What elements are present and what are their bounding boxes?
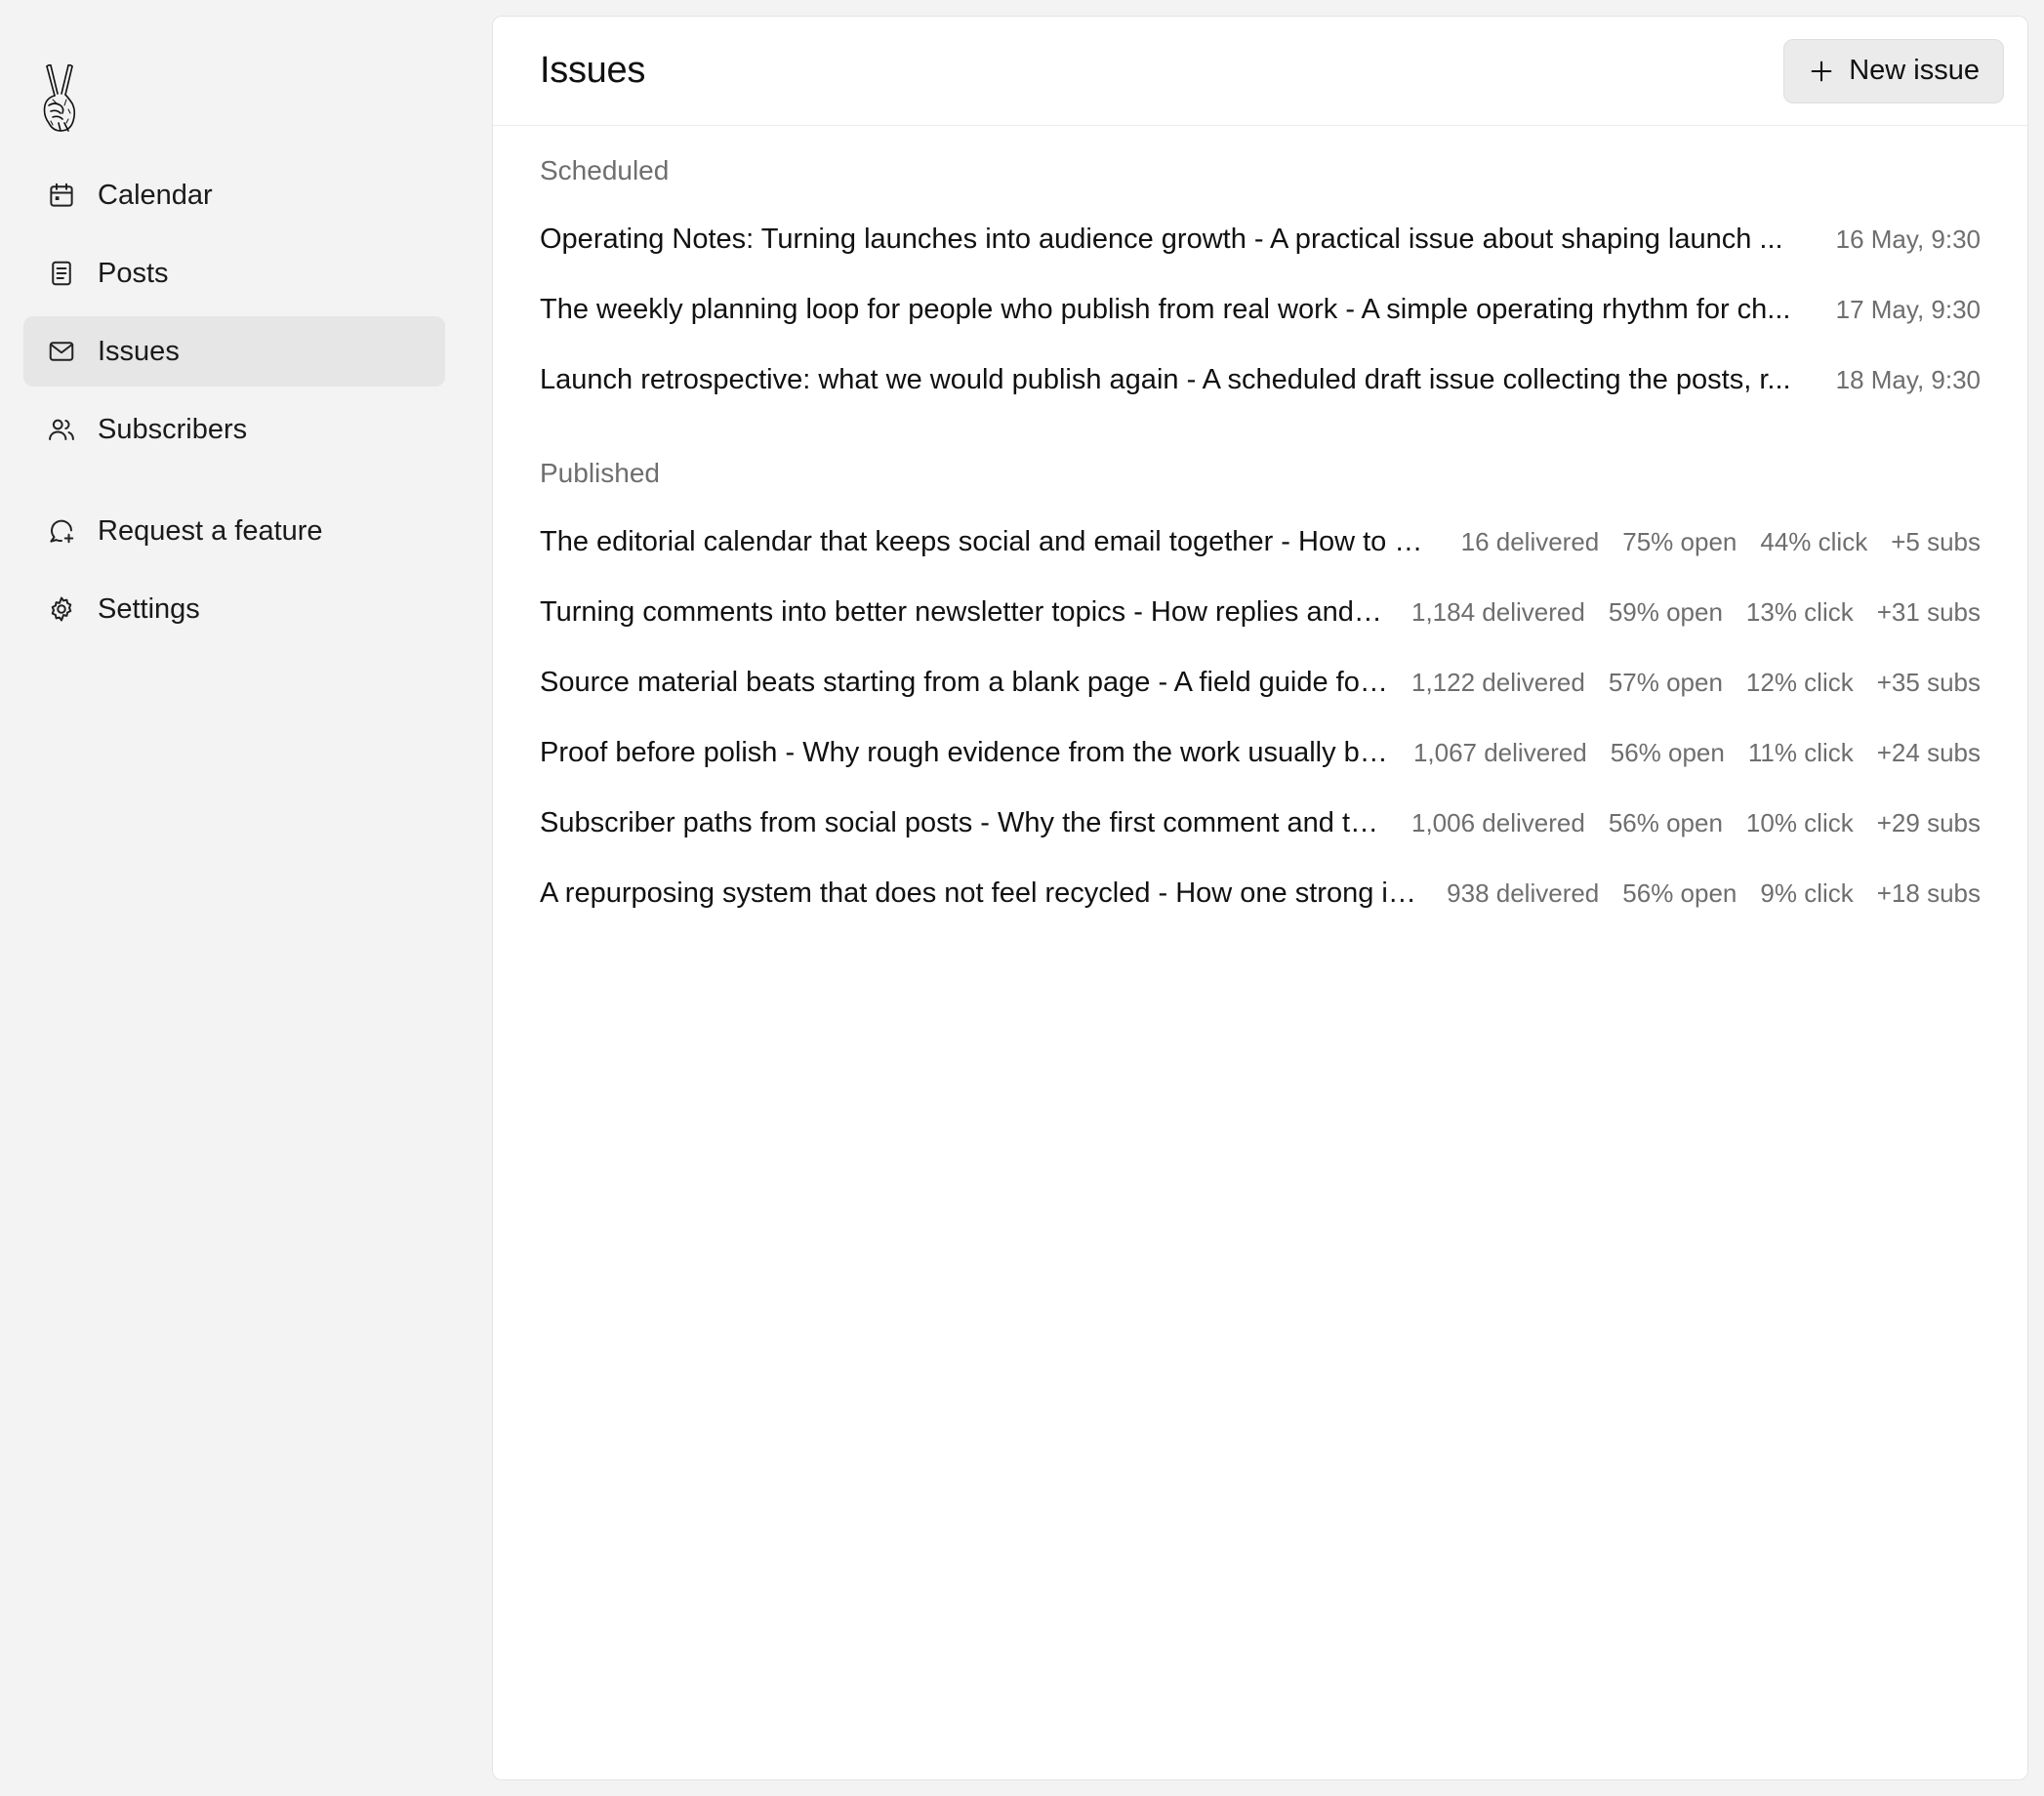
issue-title: A repurposing system that does not feel … (540, 877, 1428, 909)
app: Calendar Posts Issues Subscribers Reques… (0, 0, 2044, 1796)
issue-date: 18 May, 9:30 (1835, 364, 1981, 394)
mail-icon (47, 337, 76, 366)
sidebar-item-label: Request a feature (98, 514, 323, 547)
published-issue-row[interactable]: The editorial calendar that keeps social… (540, 507, 1981, 577)
click-rate: 9% click (1760, 878, 1854, 908)
sidebar-item-request-feature[interactable]: Request a feature (23, 496, 445, 566)
published-issue-row[interactable]: Subscriber paths from social posts - Why… (540, 788, 1981, 858)
issue-title: Operating Notes: Turning launches into a… (540, 223, 1783, 255)
delivered-count: 1,184 delivered (1411, 596, 1585, 627)
delivered-count: 938 delivered (1447, 878, 1600, 908)
issue-stats: 938 delivered 56% open 9% click +18 subs (1447, 878, 1981, 909)
scheduled-issue-row[interactable]: Launch retrospective: what we would publ… (540, 345, 1981, 415)
subs-gained: +18 subs (1876, 878, 1981, 908)
section-title: Published (540, 458, 660, 488)
open-rate: 56% open (1622, 878, 1737, 908)
click-rate: 11% click (1747, 737, 1854, 767)
delivered-count: 16 delivered (1460, 526, 1600, 556)
main-panel: Issues New issue Scheduled Operating Not… (492, 16, 2028, 1780)
issue-date: 16 May, 9:30 (1835, 224, 1981, 254)
click-rate: 44% click (1760, 526, 1868, 556)
peace-hand-logo-icon[interactable] (39, 62, 80, 135)
delivered-count: 1,067 delivered (1412, 737, 1587, 767)
page-title: Issues (540, 50, 646, 91)
sidebar-item-label: Posts (98, 257, 169, 289)
click-rate: 13% click (1745, 596, 1854, 627)
sidebar-item-label: Issues (98, 335, 180, 367)
scheduled-issue-row[interactable]: The weekly planning loop for people who … (540, 274, 1981, 345)
sidebar-item-label: Subscribers (98, 413, 248, 445)
calendar-icon (47, 181, 76, 210)
sidebar-item-calendar[interactable]: Calendar (23, 160, 445, 230)
sidebar-item-posts[interactable]: Posts (23, 238, 445, 308)
click-rate: 10% click (1745, 807, 1854, 837)
open-rate: 59% open (1608, 596, 1723, 627)
subs-gained: +24 subs (1876, 737, 1981, 767)
published-issue-row[interactable]: A repurposing system that does not feel … (540, 858, 1981, 928)
subs-gained: +5 subs (1891, 526, 1981, 556)
document-icon (47, 259, 76, 288)
delivered-count: 1,006 delivered (1411, 807, 1585, 837)
issue-title: The weekly planning loop for people who … (540, 293, 1791, 325)
published-section: Published The editorial calendar that ke… (540, 458, 1981, 928)
scheduled-issue-row[interactable]: Operating Notes: Turning launches into a… (540, 204, 1981, 274)
plus-icon (1808, 58, 1835, 85)
issue-title: Proof before polish - Why rough evidence… (540, 736, 1400, 768)
open-rate: 75% open (1622, 526, 1737, 556)
scheduled-section: Scheduled Operating Notes: Turning launc… (540, 155, 1981, 415)
sidebar-item-label: Settings (98, 592, 200, 625)
sidebar-item-subscribers[interactable]: Subscribers (23, 394, 445, 465)
issue-stats: 1,184 delivered 59% open 13% click +31 s… (1411, 597, 1981, 628)
sidebar-item-label: Calendar (98, 179, 213, 211)
published-issue-row[interactable]: Proof before polish - Why rough evidence… (540, 717, 1981, 788)
issue-stats: 1,122 delivered 57% open 12% click +35 s… (1411, 668, 1981, 698)
issues-content: Scheduled Operating Notes: Turning launc… (493, 155, 2027, 928)
issue-stats: 16 delivered 75% open 44% click +5 subs (1461, 527, 1981, 557)
main-header: Issues New issue (493, 17, 2027, 126)
new-issue-button[interactable]: New issue (1783, 38, 2004, 103)
issue-date: 17 May, 9:30 (1835, 294, 1981, 324)
section-title: Scheduled (540, 155, 670, 185)
users-icon (47, 415, 76, 444)
published-issue-row[interactable]: Source material beats starting from a bl… (540, 647, 1981, 717)
issue-title: The editorial calendar that keeps social… (540, 525, 1441, 557)
issue-title: Source material beats starting from a bl… (540, 666, 1401, 698)
gear-icon (47, 594, 76, 624)
issue-title: Turning comments into better newsletter … (540, 595, 1402, 628)
issue-title: Launch retrospective: what we would publ… (540, 363, 1791, 395)
sidebar-item-settings[interactable]: Settings (23, 574, 445, 644)
sidebar-item-issues[interactable]: Issues (23, 316, 445, 387)
subs-gained: +31 subs (1876, 596, 1981, 627)
subs-gained: +29 subs (1876, 807, 1981, 837)
open-rate: 57% open (1608, 667, 1723, 697)
issue-title: Subscriber paths from social posts - Why… (540, 806, 1390, 838)
delivered-count: 1,122 delivered (1411, 667, 1585, 697)
new-issue-label: New issue (1849, 55, 1980, 86)
chat-plus-icon (47, 516, 76, 546)
sidebar-nav: Calendar Posts Issues Subscribers Reques… (23, 160, 445, 652)
issue-stats: 1,067 delivered 56% open 11% click +24 s… (1413, 738, 1981, 768)
click-rate: 12% click (1745, 667, 1854, 697)
sidebar: Calendar Posts Issues Subscribers Reques… (0, 0, 469, 1796)
subs-gained: +35 subs (1876, 667, 1981, 697)
issue-stats: 1,006 delivered 56% open 10% click +29 s… (1411, 808, 1981, 838)
open-rate: 56% open (1610, 737, 1725, 767)
open-rate: 56% open (1608, 807, 1723, 837)
published-issue-row[interactable]: Turning comments into better newsletter … (540, 577, 1981, 647)
